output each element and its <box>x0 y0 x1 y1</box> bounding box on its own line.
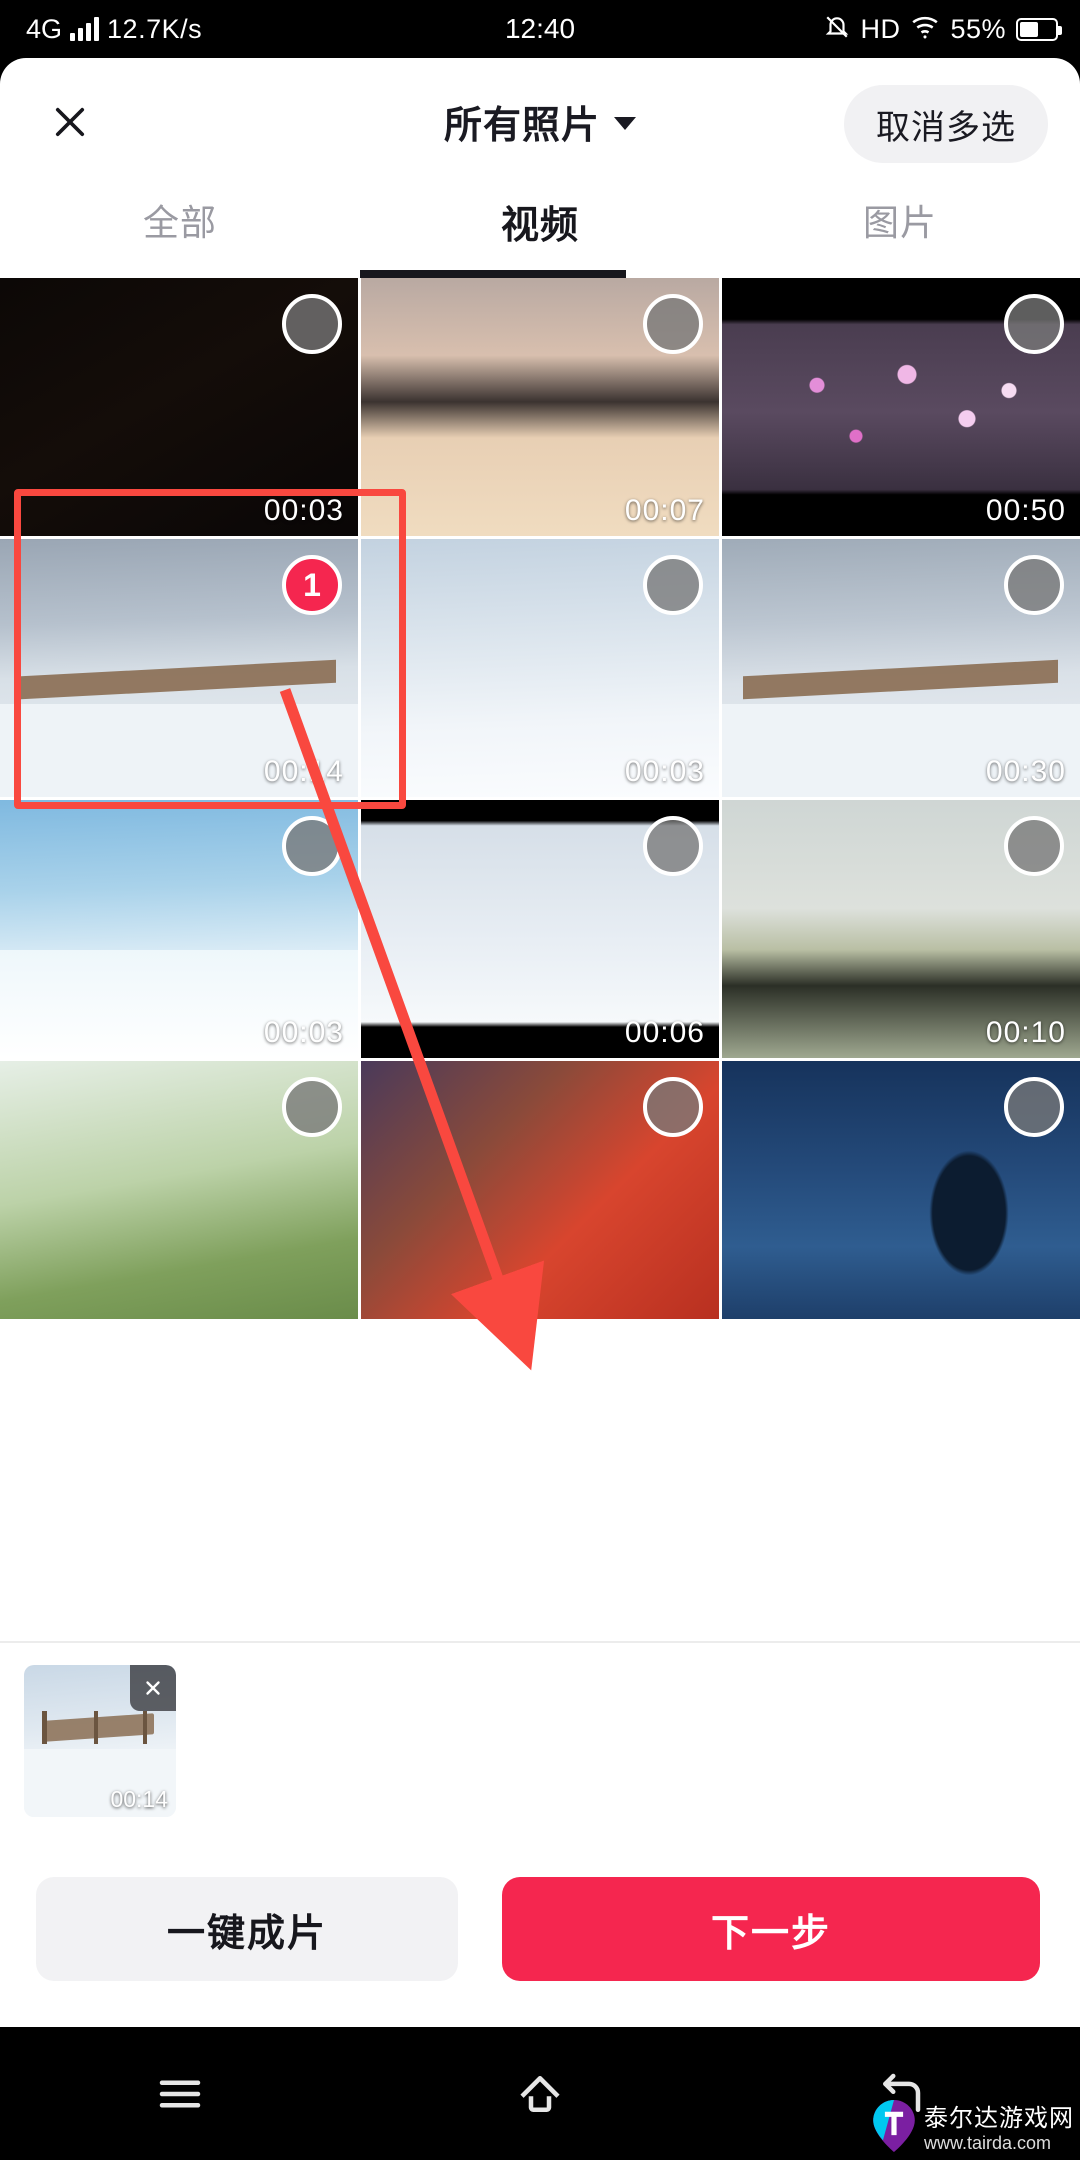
next-step-label: 下一步 <box>710 1912 831 1955</box>
status-bar: 4G 12.7K/s 12:40 HD 55% <box>0 0 1080 58</box>
thumbnail-detail <box>750 345 1052 480</box>
tab-all-label: 全部 <box>142 202 217 243</box>
selection-circle[interactable] <box>643 294 703 354</box>
selection-badge-selected[interactable]: 1 <box>282 555 342 615</box>
cancel-multiselect-button[interactable]: 取消多选 <box>844 85 1048 163</box>
tab-active-indicator <box>360 270 626 278</box>
media-grid-item[interactable] <box>0 1061 358 1319</box>
page-title: 所有照片 <box>443 105 600 147</box>
media-type-tabs: 全部 视频 图片 <box>0 186 1080 278</box>
one-click-movie-button[interactable]: 一键成片 <box>36 1877 458 1981</box>
selection-circle[interactable] <box>282 816 342 876</box>
wifi-icon <box>910 14 940 45</box>
selected-thumbnail[interactable]: 00:14 <box>24 1665 176 1817</box>
app-sheet: 所有照片 取消多选 全部 视频 图片 00:03 00:07 00:50 00:14 1… <box>0 58 1080 2027</box>
media-grid-item[interactable]: 00:03 <box>0 800 358 1058</box>
media-duration-label: 00:50 <box>985 494 1066 527</box>
media-duration-label: 00:10 <box>985 1016 1066 1049</box>
tab-video[interactable]: 视频 <box>360 186 720 278</box>
battery-icon <box>1016 17 1062 41</box>
media-grid-item[interactable]: 00:30 <box>722 539 1080 797</box>
remove-selected-button[interactable] <box>130 1665 176 1711</box>
media-duration-label: 00:03 <box>624 755 705 788</box>
cancel-multiselect-label: 取消多选 <box>876 108 1016 147</box>
selection-circle[interactable] <box>1004 555 1064 615</box>
one-click-movie-label: 一键成片 <box>166 1912 327 1955</box>
media-grid-item[interactable]: 00:10 <box>722 800 1080 1058</box>
tab-image[interactable]: 图片 <box>720 186 1080 278</box>
selection-circle[interactable] <box>282 1077 342 1137</box>
media-duration-label: 00:14 <box>263 755 344 788</box>
selection-order-number: 1 <box>303 566 321 603</box>
battery-percent-label: 55% <box>950 13 1006 44</box>
menu-icon[interactable] <box>0 2067 360 2121</box>
media-grid-item[interactable] <box>722 1061 1080 1319</box>
media-duration-label: 00:30 <box>985 755 1066 788</box>
watermark-site-name: 泰尔达游戏网 <box>924 2105 1074 2132</box>
watermark: 泰尔达游戏网 www.tairda.com <box>872 2098 1074 2154</box>
thumbnail-detail <box>908 1148 1030 1309</box>
media-duration-label: 00:07 <box>624 494 705 527</box>
home-icon[interactable] <box>360 2067 720 2121</box>
tab-all[interactable]: 全部 <box>0 186 360 278</box>
phone-screen: 4G 12.7K/s 12:40 HD 55% 所有照片 取消多选 全部 视频 … <box>0 0 1080 2160</box>
media-duration-label: 00:03 <box>263 1016 344 1049</box>
selection-circle[interactable] <box>1004 1077 1064 1137</box>
media-duration-label: 00:03 <box>263 494 344 527</box>
watermark-url: www.tairda.com <box>924 2133 1052 2153</box>
media-grid-item[interactable]: 00:03 <box>0 278 358 536</box>
bottom-action-bar: 一键成片 下一步 <box>0 1831 1080 2027</box>
media-duration-label: 00:06 <box>624 1016 705 1049</box>
selection-circle[interactable] <box>643 555 703 615</box>
clock-label: 12:40 <box>504 13 576 44</box>
media-grid-item[interactable]: 00:03 <box>361 539 719 797</box>
selection-circle[interactable] <box>1004 294 1064 354</box>
selection-circle[interactable] <box>1004 816 1064 876</box>
hd-label: HD <box>860 13 901 44</box>
media-grid-item[interactable]: 00:06 <box>361 800 719 1058</box>
selection-circle[interactable] <box>643 816 703 876</box>
selection-circle[interactable] <box>282 294 342 354</box>
next-step-button[interactable]: 下一步 <box>502 1877 1040 1981</box>
mute-bell-icon <box>824 13 850 46</box>
media-grid-item[interactable]: 00:50 <box>722 278 1080 536</box>
selected-items-tray: 00:14 <box>0 1641 1080 1831</box>
media-grid-item[interactable] <box>361 1061 719 1319</box>
media-grid-item[interactable]: 00:14 1 <box>0 539 358 797</box>
chevron-down-icon <box>614 117 636 130</box>
selected-thumbnail-duration: 00:14 <box>110 1786 168 1812</box>
app-header: 所有照片 取消多选 <box>0 58 1080 186</box>
watermark-text: 泰尔达游戏网 www.tairda.com <box>924 2098 1074 2154</box>
selection-circle[interactable] <box>643 1077 703 1137</box>
tab-video-label: 视频 <box>500 205 579 247</box>
media-grid-item[interactable]: 00:07 <box>361 278 719 536</box>
tab-image-label: 图片 <box>862 202 937 243</box>
media-grid: 00:03 00:07 00:50 00:14 1 00:03 00:30 00:03 00:0… <box>0 278 1080 1319</box>
status-bar-right: HD 55% <box>824 13 1062 46</box>
watermark-pin-icon <box>872 2100 916 2152</box>
